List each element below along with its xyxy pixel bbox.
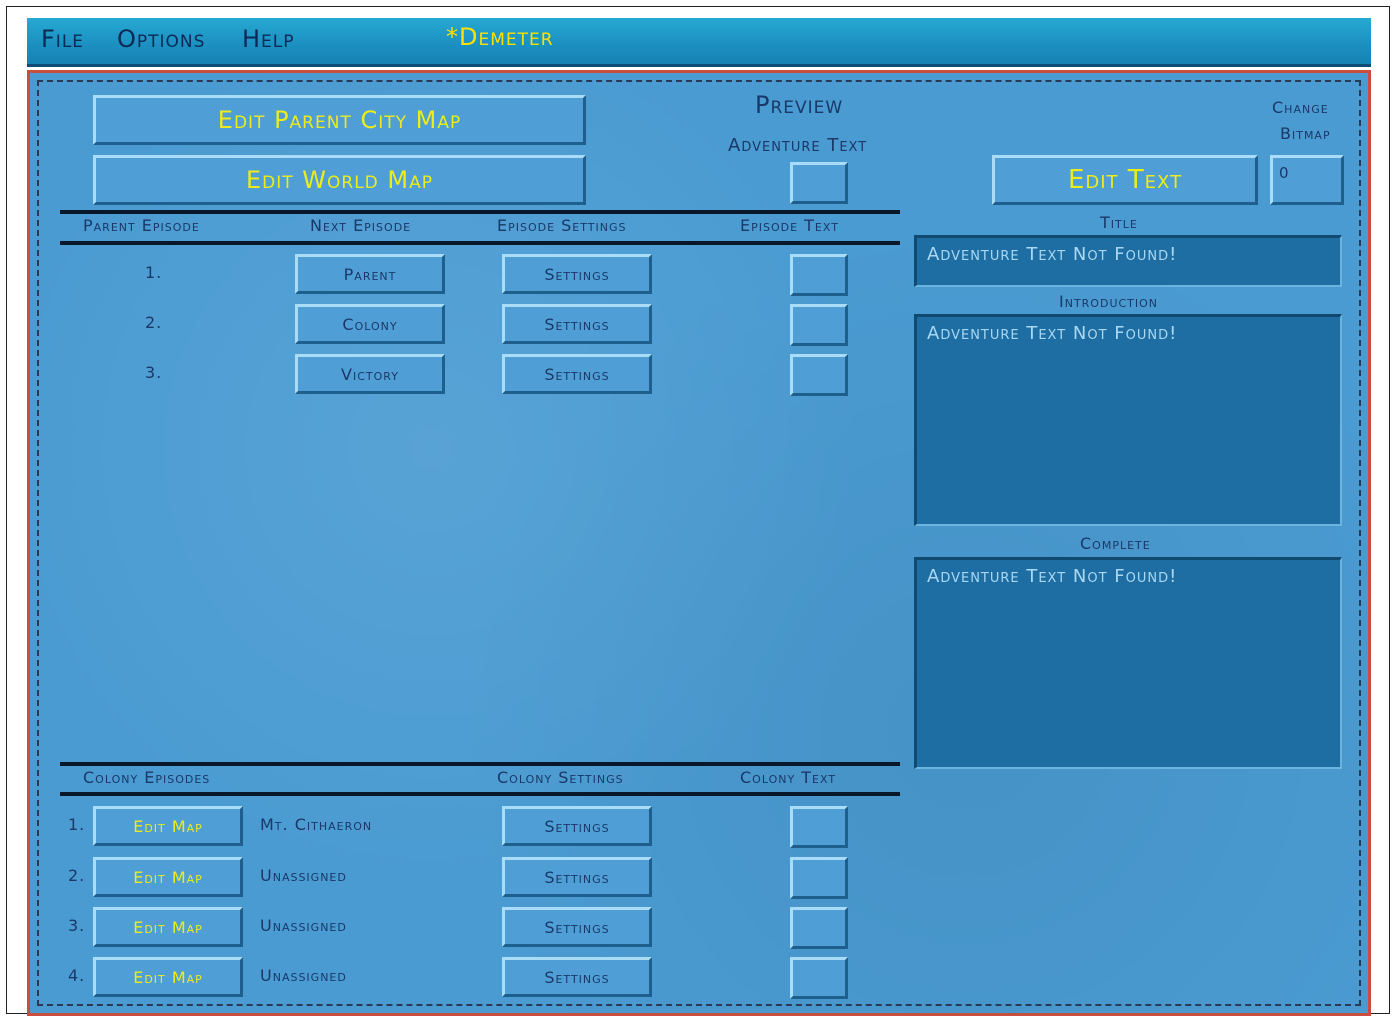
episode-text-button[interactable] (790, 304, 848, 346)
episodes-top-divider (60, 210, 900, 214)
preview-label: Preview (755, 91, 844, 119)
edit-world-map-label: Edit World Map (246, 166, 433, 194)
episode-row-number: 2. (145, 313, 163, 332)
next-episode-button[interactable]: Colony (295, 304, 445, 344)
complete-textbox[interactable]: Adventure Text Not Found! (914, 557, 1342, 769)
colony-text-button[interactable] (790, 907, 848, 949)
colony-edit-map-label: Edit Map (133, 867, 203, 887)
colony-row-number: 1. (68, 815, 86, 834)
header-episode-settings: Episode Settings (497, 216, 627, 235)
introduction-textbox[interactable]: Adventure Text Not Found! (914, 314, 1342, 526)
header-episode-text: Episode Text (740, 216, 839, 235)
colony-edit-map-button[interactable]: Edit Map (93, 957, 243, 997)
colony-row-number: 4. (68, 966, 86, 985)
colony-name: Mt. Cithaeron (260, 815, 373, 834)
colony-settings-label: Settings (544, 816, 610, 836)
colony-text-button[interactable] (790, 857, 848, 899)
colony-name: Unassigned (260, 866, 347, 885)
colony-settings-button[interactable]: Settings (502, 806, 652, 846)
header-colony-settings: Colony Settings (497, 768, 624, 787)
episode-text-button[interactable] (790, 354, 848, 396)
colony-settings-button[interactable]: Settings (502, 907, 652, 947)
complete-label: Complete (1080, 534, 1151, 553)
episode-settings-label: Settings (544, 364, 610, 384)
adventure-text-label: Adventure Text (728, 135, 868, 156)
header-next-episode: Next Episode (310, 216, 412, 235)
title-textbox[interactable]: Adventure Text Not Found! (914, 235, 1342, 287)
edit-text-button[interactable]: Edit Text (992, 155, 1258, 205)
next-episode-label: Victory (341, 364, 399, 384)
complete-text: Adventure Text Not Found! (927, 566, 1178, 587)
header-parent-episode: Parent Episode (83, 216, 200, 235)
title-text: Adventure Text Not Found! (927, 244, 1178, 265)
document-title: *Demeter (446, 23, 554, 51)
bitmap-label: Bitmap (1280, 124, 1331, 143)
episodes-header-divider (60, 241, 900, 245)
title-label: Title (1100, 213, 1138, 232)
edit-parent-city-map-button[interactable]: Edit Parent City Map (93, 95, 586, 145)
next-episode-button[interactable]: Parent (295, 254, 445, 294)
colony-row-number: 2. (68, 866, 86, 885)
colony-edit-map-label: Edit Map (133, 917, 203, 937)
episode-settings-label: Settings (544, 314, 610, 334)
colony-edit-map-button[interactable]: Edit Map (93, 857, 243, 897)
colony-settings-label: Settings (544, 867, 610, 887)
colony-header-divider (60, 792, 900, 796)
colony-row-number: 3. (68, 916, 86, 935)
bitmap-value: 0 (1279, 164, 1289, 182)
menu-help[interactable]: Help (242, 25, 295, 53)
colony-name: Unassigned (260, 966, 347, 985)
colony-settings-label: Settings (544, 967, 610, 987)
episode-settings-button[interactable]: Settings (502, 354, 652, 394)
menu-options[interactable]: Options (117, 25, 205, 53)
episode-row-number: 1. (145, 263, 163, 282)
introduction-label: Introduction (1059, 292, 1159, 311)
episode-row-number: 3. (145, 363, 163, 382)
next-episode-button[interactable]: Victory (295, 354, 445, 394)
colony-edit-map-label: Edit Map (133, 816, 203, 836)
colony-edit-map-button[interactable]: Edit Map (93, 806, 243, 846)
episode-settings-button[interactable]: Settings (502, 304, 652, 344)
colony-text-button[interactable] (790, 957, 848, 999)
colony-edit-map-label: Edit Map (133, 967, 203, 987)
edit-world-map-button[interactable]: Edit World Map (93, 155, 586, 205)
episode-settings-button[interactable]: Settings (502, 254, 652, 294)
next-episode-label: Colony (342, 314, 398, 334)
colony-text-button[interactable] (790, 806, 848, 848)
next-episode-label: Parent (343, 264, 397, 284)
episode-settings-label: Settings (544, 264, 610, 284)
introduction-text: Adventure Text Not Found! (927, 323, 1178, 344)
bitmap-value-field[interactable]: 0 (1270, 155, 1344, 205)
header-colony-text: Colony Text (740, 768, 837, 787)
menu-file[interactable]: File (41, 25, 84, 53)
episode-text-button[interactable] (790, 254, 848, 296)
edit-parent-city-map-label: Edit Parent City Map (217, 106, 462, 134)
colony-settings-button[interactable]: Settings (502, 957, 652, 997)
menu-bar: File Options Help *Demeter (27, 18, 1371, 67)
header-colony-episodes: Colony Episodes (83, 768, 211, 787)
colony-settings-button[interactable]: Settings (502, 857, 652, 897)
colony-name: Unassigned (260, 916, 347, 935)
preview-adventure-text-button[interactable] (790, 162, 848, 204)
edit-text-label: Edit Text (1067, 165, 1183, 195)
change-label: Change (1272, 98, 1329, 117)
colony-top-divider (60, 762, 900, 766)
colony-settings-label: Settings (544, 917, 610, 937)
colony-edit-map-button[interactable]: Edit Map (93, 907, 243, 947)
